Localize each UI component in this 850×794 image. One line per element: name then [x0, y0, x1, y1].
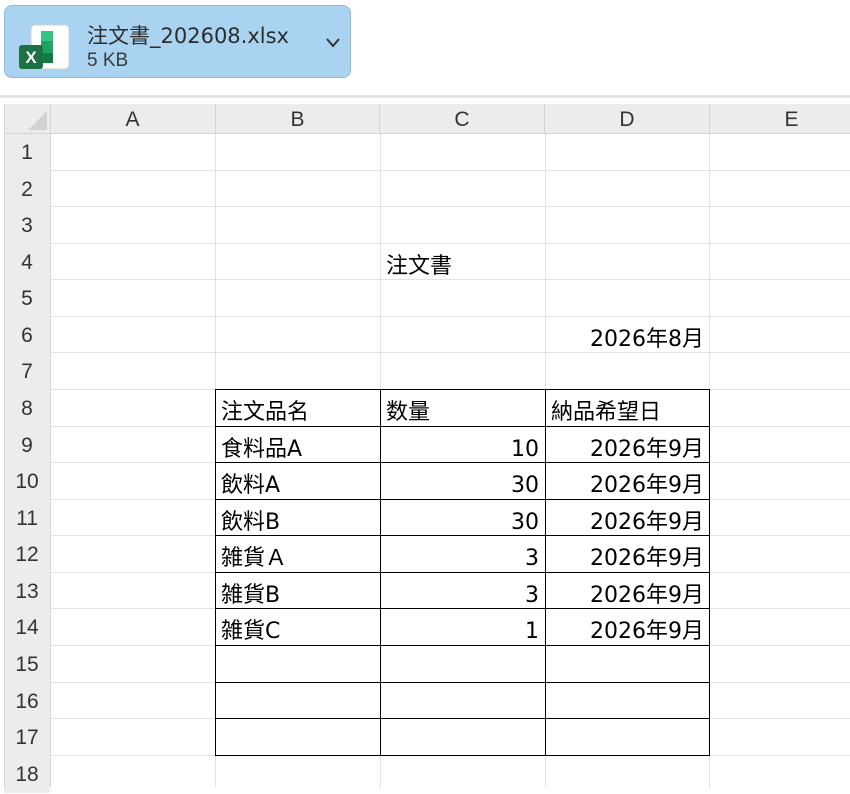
table-border	[545, 390, 546, 756]
gridline	[50, 170, 850, 171]
row-header-8[interactable]: 8	[4, 390, 50, 427]
svg-text:X: X	[25, 48, 37, 67]
date-cell[interactable]: 2026年9月	[545, 540, 710, 576]
date-cell[interactable]: 2026年9月	[545, 613, 710, 649]
table-border	[215, 645, 710, 646]
chevron-down-icon[interactable]	[323, 36, 343, 50]
row-header-3[interactable]: 3	[4, 207, 50, 244]
row-header-2[interactable]: 2	[4, 171, 50, 208]
grid-border	[50, 104, 51, 787]
header-quantity[interactable]: 数量	[380, 394, 545, 430]
table-border	[215, 499, 710, 500]
row-header-10[interactable]: 10	[4, 463, 50, 500]
gridline	[50, 316, 850, 317]
table-border	[215, 755, 710, 756]
sheet-title-cell[interactable]: 注文書	[380, 248, 545, 284]
qty-cell[interactable]: 1	[380, 613, 545, 649]
spreadsheet-grid: A B C D E 1 2 3 4 5 6 7 8 9 10 11 12 13 …	[0, 0, 850, 793]
column-header-b[interactable]: B	[216, 104, 380, 133]
gridline	[50, 352, 850, 353]
row-header-14[interactable]: 14	[4, 609, 50, 646]
table-border	[215, 426, 710, 427]
grid-border	[4, 133, 850, 134]
row-header-7[interactable]: 7	[4, 353, 50, 390]
date-cell[interactable]: 2026年9月	[545, 467, 710, 503]
column-header-d[interactable]: D	[545, 104, 710, 133]
table-border	[380, 390, 381, 756]
row-header-15[interactable]: 15	[4, 646, 50, 683]
item-cell[interactable]: 雑貨Ａ	[215, 540, 380, 576]
table-border	[215, 462, 710, 463]
table-border	[709, 390, 710, 756]
table-border	[215, 572, 710, 573]
row-header-16[interactable]: 16	[4, 683, 50, 720]
table-border	[215, 389, 710, 390]
row-header-5[interactable]: 5	[4, 280, 50, 317]
column-header-c[interactable]: C	[380, 104, 545, 133]
download-file-chip[interactable]: X 注文書_202608.xlsx 5 KB	[4, 5, 351, 78]
table-border	[215, 718, 710, 719]
table-border	[215, 535, 710, 536]
column-header-e[interactable]: E	[710, 104, 850, 133]
grid-border	[4, 104, 5, 787]
row-header-11[interactable]: 11	[4, 500, 50, 537]
row-header-1[interactable]: 1	[4, 134, 50, 171]
table-border	[215, 608, 710, 609]
table-border	[215, 390, 216, 756]
row-header-4[interactable]: 4	[4, 244, 50, 281]
column-header-a[interactable]: A	[50, 104, 216, 133]
order-month-cell[interactable]: 2026年8月	[545, 321, 710, 357]
table-border	[215, 682, 710, 683]
row-header-13[interactable]: 13	[4, 573, 50, 610]
divider	[0, 95, 850, 98]
row-header-6[interactable]: 6	[4, 317, 50, 354]
item-cell[interactable]: 雑貨C	[215, 613, 380, 649]
row-header-17[interactable]: 17	[4, 719, 50, 756]
select-all-corner[interactable]	[4, 104, 50, 133]
header-delivery-date[interactable]: 納品希望日	[545, 394, 710, 430]
row-header-12[interactable]: 12	[4, 536, 50, 573]
file-name: 注文書_202608.xlsx	[87, 24, 289, 48]
qty-cell[interactable]: 3	[380, 540, 545, 576]
gridline	[50, 206, 850, 207]
excel-file-icon: X	[19, 24, 70, 70]
row-header-18[interactable]: 18	[4, 756, 50, 793]
item-cell[interactable]: 飲料A	[215, 467, 380, 503]
header-item-name[interactable]: 注文品名	[215, 394, 380, 430]
row-header-9[interactable]: 9	[4, 427, 50, 464]
gridline	[50, 243, 850, 244]
file-size: 5 KB	[87, 50, 129, 71]
qty-cell[interactable]: 30	[380, 467, 545, 503]
